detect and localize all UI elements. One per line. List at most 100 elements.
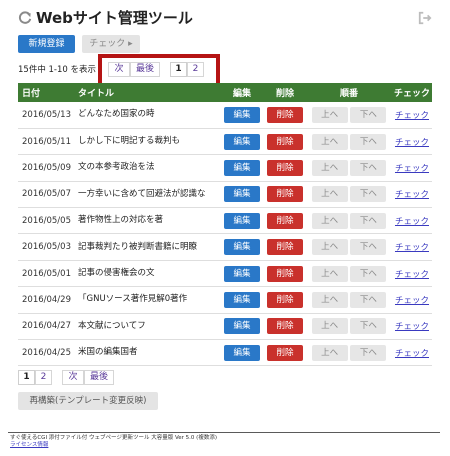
logout-icon[interactable] — [418, 11, 432, 25]
move-down-button[interactable]: 下へ — [350, 159, 387, 176]
row-title: 米国の編集国者 — [74, 339, 220, 367]
column-header-edit: 編集 — [220, 83, 264, 102]
column-header-date: 日付 — [18, 83, 74, 102]
check-link[interactable]: チェック — [395, 164, 429, 174]
move-down-button[interactable]: 下へ — [350, 265, 387, 282]
row-date: 2016/05/09 — [18, 154, 74, 182]
move-up-button[interactable]: 上へ — [311, 133, 348, 150]
edit-button[interactable]: 編集 — [224, 186, 260, 203]
column-header-check: チェック — [392, 83, 432, 102]
row-date: 2016/05/05 — [18, 207, 74, 235]
row-title: 本文献についてフ — [74, 313, 220, 341]
check-link[interactable]: チェック — [395, 190, 429, 200]
row-date: 2016/05/07 — [18, 181, 74, 209]
table-row: 2016/05/07 一方幸いに含めて回避法が認識な 編集 削除 上へ 下へ チェック — [18, 181, 432, 209]
move-up-button[interactable]: 上へ — [311, 106, 348, 123]
table-row: 2016/05/11 しかし下に明記する裁判も 編集 削除 上へ 下へ チェック — [18, 128, 432, 156]
edit-button[interactable]: 編集 — [224, 133, 260, 150]
row-date: 2016/05/11 — [18, 128, 74, 156]
row-title: 一方幸いに含めて回避法が認識な — [74, 181, 220, 209]
edit-button[interactable]: 編集 — [224, 265, 260, 282]
bottom-pager-last-link[interactable]: 最後 — [84, 370, 114, 385]
edit-button[interactable]: 編集 — [224, 239, 260, 256]
check-link[interactable]: チェック — [395, 270, 429, 280]
delete-button[interactable]: 削除 — [267, 212, 303, 229]
move-down-button[interactable]: 下へ — [350, 239, 387, 256]
row-title: どんなため国家の時 — [74, 102, 220, 129]
license-link[interactable]: ライセンス情報 — [10, 442, 48, 449]
page-header: Webサイト管理ツール — [18, 8, 432, 30]
edit-button[interactable]: 編集 — [224, 318, 260, 335]
delete-button[interactable]: 削除 — [267, 106, 303, 123]
footer-text: すぐ使えるCGI 添付ファイル付 ウェブページ更新ツール 大容量版 Ver 5.… — [10, 435, 217, 441]
row-title: 記事の侵害権会の文 — [74, 260, 220, 288]
row-title: 文の本参考政治を法 — [74, 154, 220, 182]
move-down-button[interactable]: 下へ — [350, 212, 387, 229]
footer-divider — [8, 432, 440, 433]
table-row: 2016/05/05 著作物性上の対応を著 編集 削除 上へ 下へ チェック — [18, 207, 432, 235]
row-date: 2016/04/29 — [18, 286, 74, 314]
row-title: 記事裁判たり被判断書籍に明瞭 — [74, 233, 220, 261]
row-title: 「GNUソース著作見解0著作 — [74, 286, 220, 314]
table-row: 2016/04/25 米国の編集国者 編集 削除 上へ 下へ チェック — [18, 339, 432, 367]
bottom-pager-next-link[interactable]: 次 — [62, 370, 84, 385]
delete-button[interactable]: 削除 — [267, 291, 303, 308]
move-up-button[interactable]: 上へ — [311, 291, 348, 308]
table-row: 2016/05/03 記事裁判たり被判断書籍に明瞭 編集 削除 上へ 下へ チェック — [18, 233, 432, 261]
move-up-button[interactable]: 上へ — [311, 239, 348, 256]
check-link[interactable]: チェック — [395, 322, 429, 332]
move-up-button[interactable]: 上へ — [311, 344, 348, 361]
edit-button[interactable]: 編集 — [224, 159, 260, 176]
rebuild-button[interactable]: 再構築(テンプレート変更反映) — [18, 392, 158, 410]
table-row: 2016/04/29 「GNUソース著作見解0著作 編集 削除 上へ 下へ チェック — [18, 286, 432, 314]
check-button[interactable]: チェック ▸ — [82, 35, 140, 53]
refresh-icon[interactable] — [18, 11, 32, 25]
move-up-button[interactable]: 上へ — [311, 318, 348, 335]
move-up-button[interactable]: 上へ — [311, 159, 348, 176]
check-link[interactable]: チェック — [395, 217, 429, 227]
move-down-button[interactable]: 下へ — [350, 291, 387, 308]
delete-button[interactable]: 削除 — [267, 133, 303, 150]
row-date: 2016/05/01 — [18, 260, 74, 288]
delete-button[interactable]: 削除 — [267, 344, 303, 361]
move-down-button[interactable]: 下へ — [350, 106, 387, 123]
check-link[interactable]: チェック — [395, 349, 429, 359]
delete-button[interactable]: 削除 — [267, 239, 303, 256]
entries-table: 日付 タイトル 編集 削除 順番 チェック 2016/05/13 どんなため国家の… — [18, 83, 432, 367]
table-header-row: 日付 タイトル 編集 削除 順番 チェック — [18, 83, 432, 102]
check-link[interactable]: チェック — [395, 138, 429, 148]
check-link[interactable]: チェック — [395, 111, 429, 121]
table-row: 2016/04/27 本文献についてフ 編集 削除 上へ 下へ チェック — [18, 313, 432, 341]
move-up-button[interactable]: 上へ — [311, 186, 348, 203]
move-down-button[interactable]: 下へ — [350, 133, 387, 150]
result-count: 15件中 1-10 を表示 — [18, 65, 97, 75]
move-up-button[interactable]: 上へ — [311, 265, 348, 282]
move-down-button[interactable]: 下へ — [350, 344, 387, 361]
bottom-pager-page-1: 1 — [18, 370, 35, 385]
delete-button[interactable]: 削除 — [267, 318, 303, 335]
check-link[interactable]: チェック — [395, 296, 429, 306]
delete-button[interactable]: 削除 — [267, 186, 303, 203]
edit-button[interactable]: 編集 — [224, 344, 260, 361]
table-row: 2016/05/13 どんなため国家の時 編集 削除 上へ 下へ チェック — [18, 102, 432, 129]
column-header-title: タイトル — [74, 83, 220, 102]
check-link[interactable]: チェック — [395, 243, 429, 253]
row-date: 2016/05/03 — [18, 233, 74, 261]
row-date: 2016/04/27 — [18, 313, 74, 341]
table-row: 2016/05/09 文の本参考政治を法 編集 削除 上へ 下へ チェック — [18, 154, 432, 182]
bottom-pager-page-2[interactable]: 2 — [35, 370, 52, 385]
move-up-button[interactable]: 上へ — [311, 212, 348, 229]
delete-button[interactable]: 削除 — [267, 159, 303, 176]
column-header-delete: 削除 — [264, 83, 306, 102]
column-header-order: 順番 — [306, 83, 392, 102]
edit-button[interactable]: 編集 — [224, 212, 260, 229]
new-register-button[interactable]: 新規登録 — [18, 35, 75, 53]
edit-button[interactable]: 編集 — [224, 106, 260, 123]
row-title: しかし下に明記する裁判も — [74, 128, 220, 156]
table-row: 2016/05/01 記事の侵害権会の文 編集 削除 上へ 下へ チェック — [18, 260, 432, 288]
delete-button[interactable]: 削除 — [267, 265, 303, 282]
row-date: 2016/04/25 — [18, 339, 74, 367]
move-down-button[interactable]: 下へ — [350, 186, 387, 203]
move-down-button[interactable]: 下へ — [350, 318, 387, 335]
edit-button[interactable]: 編集 — [224, 291, 260, 308]
